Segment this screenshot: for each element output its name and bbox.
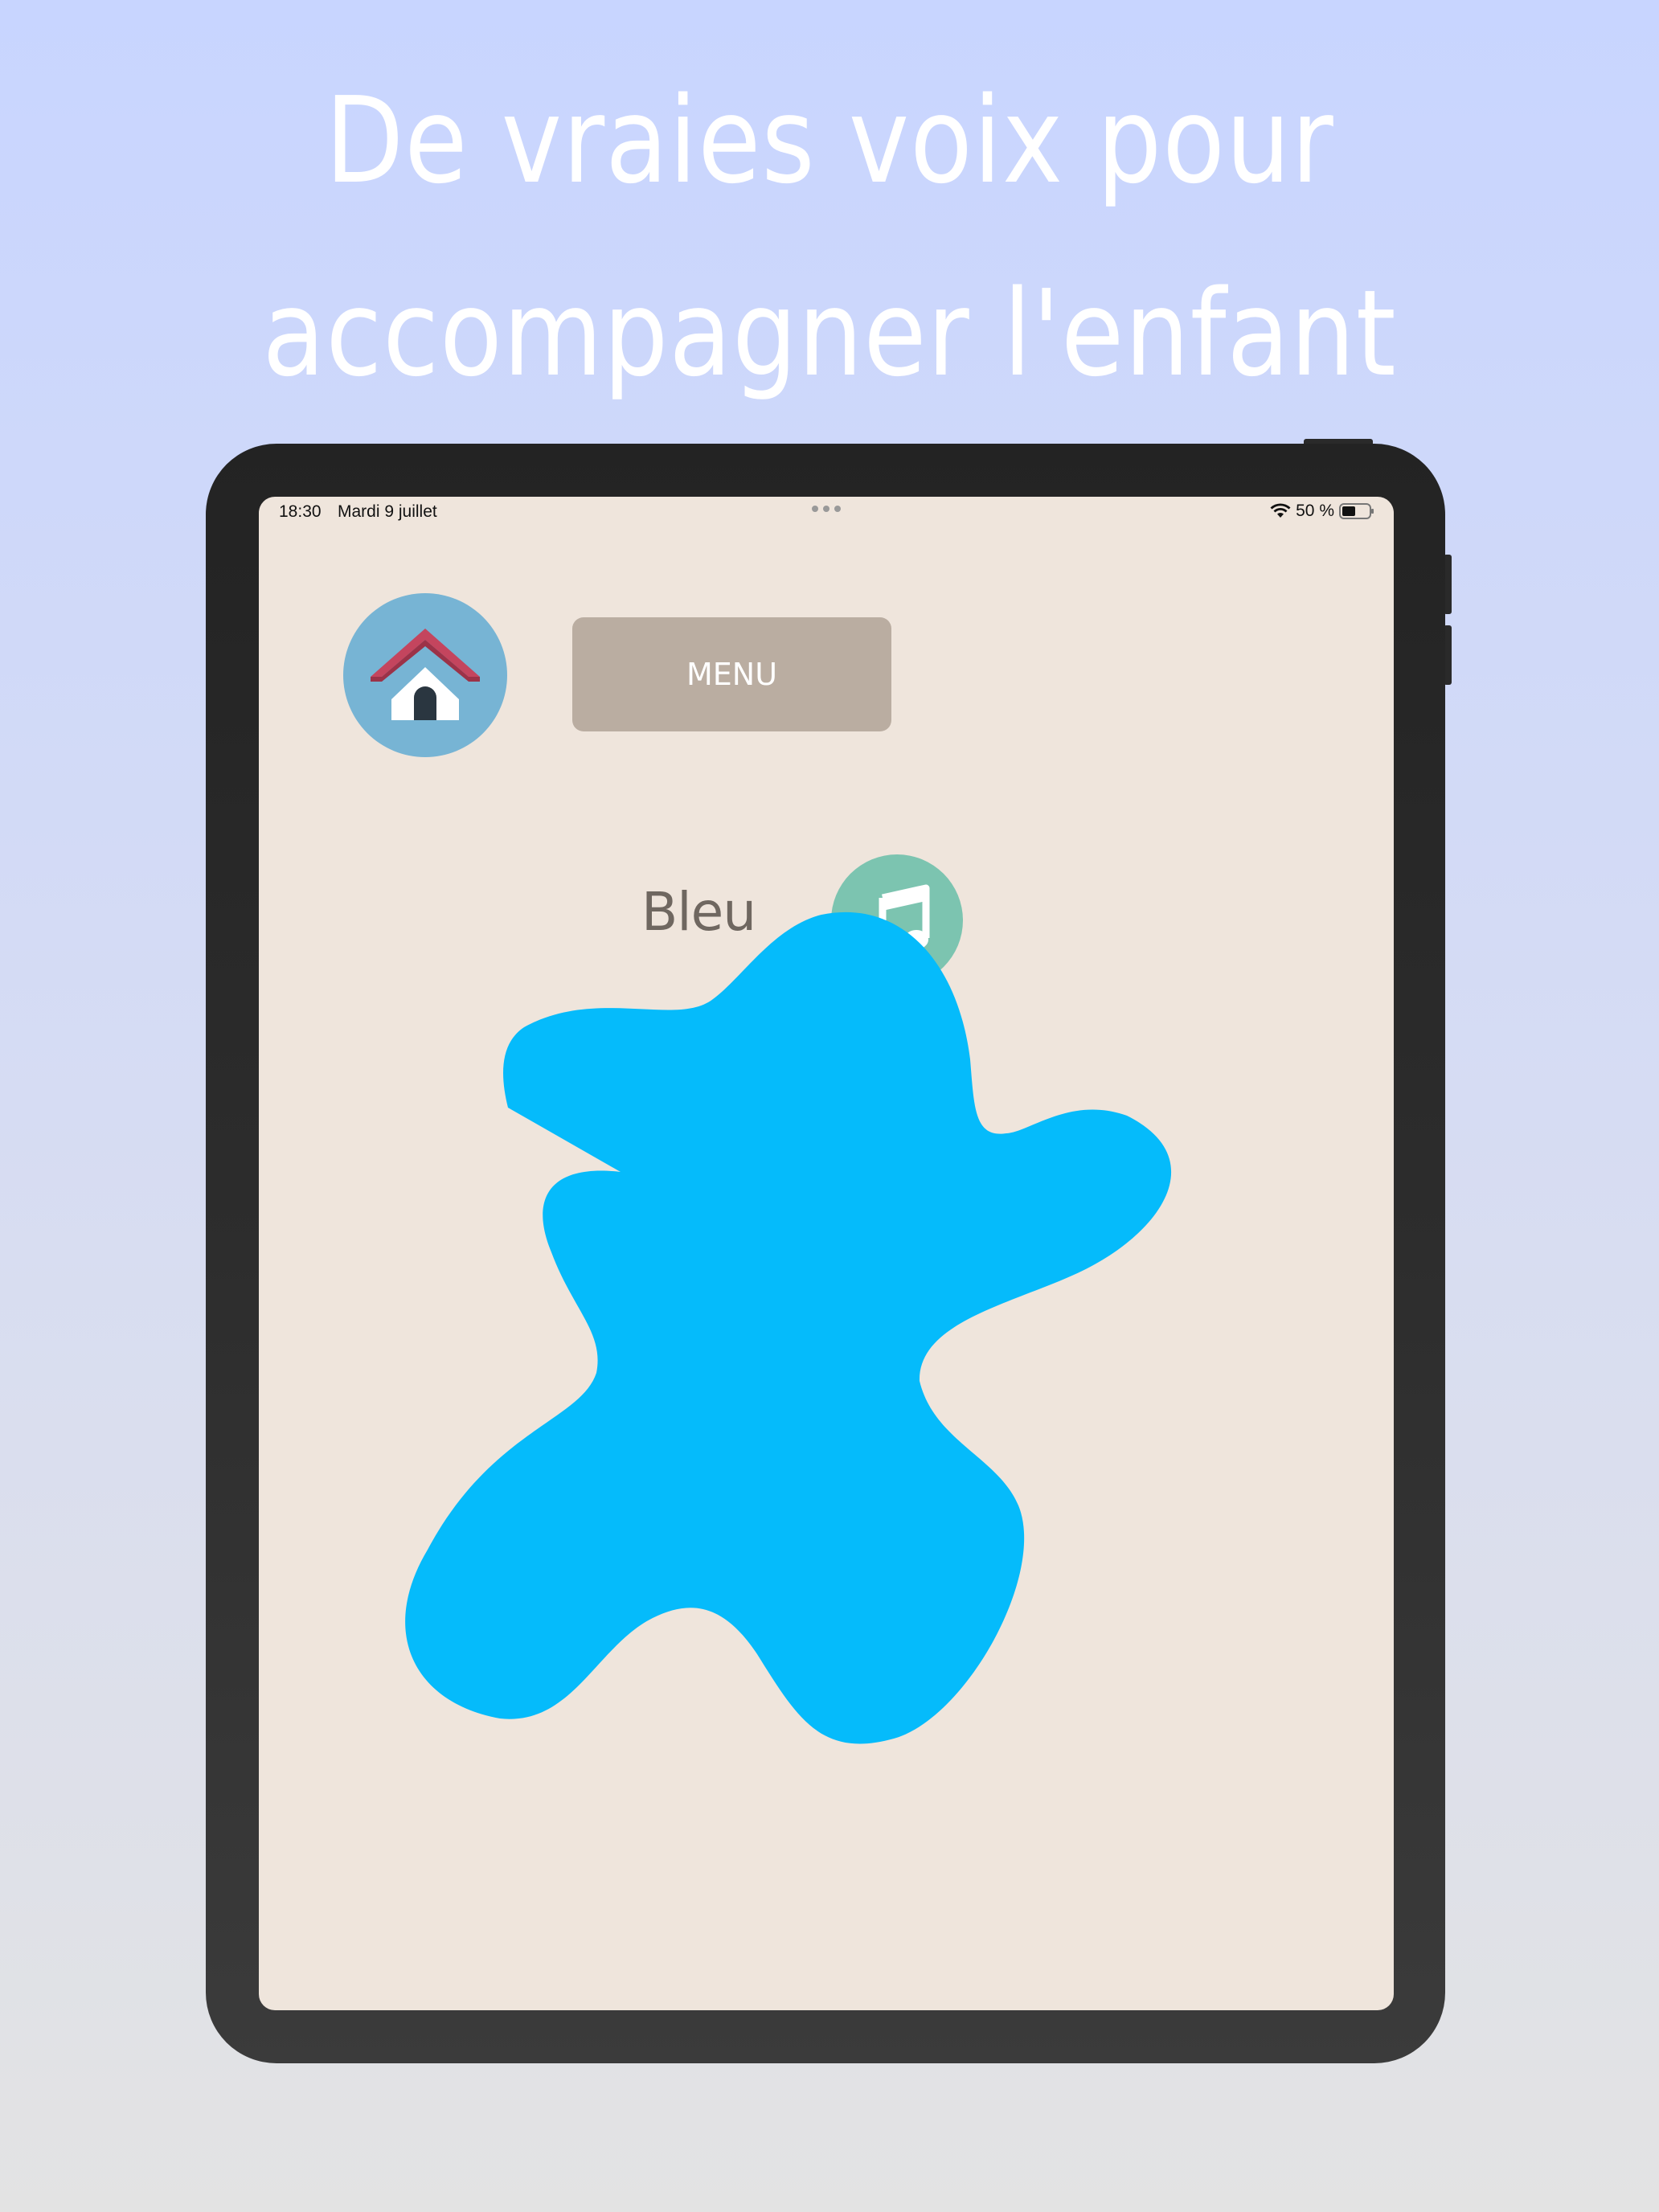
- marketing-headline: De vraies voix pour accompagner l'enfant: [116, 44, 1542, 430]
- color-blob[interactable]: [259, 497, 1394, 2010]
- headline-line-1: De vraies voix pour: [325, 72, 1334, 210]
- headline-line-2: accompagner l'enfant: [262, 264, 1397, 403]
- tablet-screen: 18:30 Mardi 9 juillet 50 % MENU Bleu: [259, 497, 1394, 2010]
